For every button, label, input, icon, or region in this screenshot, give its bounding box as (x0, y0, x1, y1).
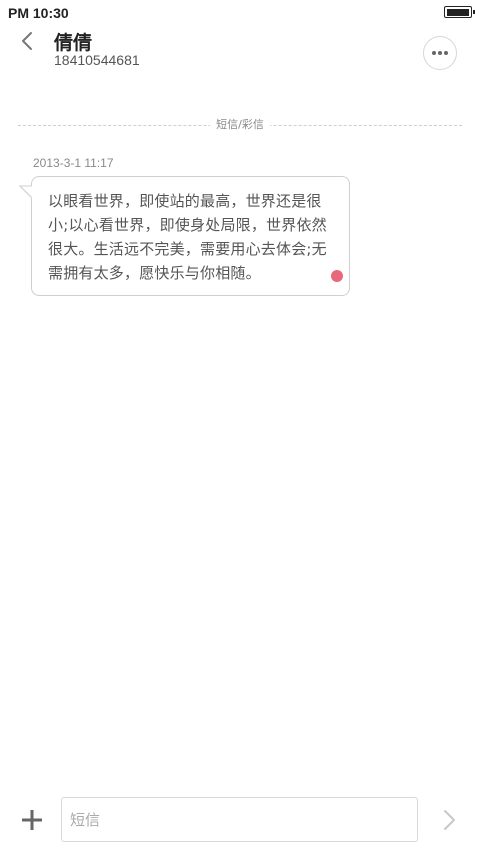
message-type-label: 短信/彩信 (210, 118, 270, 132)
conversation-header: 倩倩 18410544681 (0, 26, 480, 86)
message-timestamp: 2013-3-1 11:17 (33, 156, 114, 170)
add-attachment-button[interactable] (20, 808, 44, 832)
more-options-button[interactable] (423, 36, 457, 70)
chevron-left-icon (22, 32, 32, 50)
more-dots-icon (432, 51, 448, 55)
unread-indicator (331, 270, 343, 282)
chevron-right-icon (444, 810, 455, 830)
contact-number: 18410544681 (54, 52, 140, 68)
message-type-divider: 短信/彩信 (18, 118, 462, 132)
message-input[interactable] (61, 797, 418, 842)
status-bar: PM 10:30 (0, 0, 480, 26)
battery-fill (446, 8, 469, 16)
status-time: PM 10:30 (8, 5, 69, 21)
sms-conversation-screen: PM 10:30 倩倩 18410544681 短信/彩信 2013-3-1 1… (0, 0, 480, 853)
back-button[interactable] (14, 28, 42, 56)
battery-icon (444, 6, 475, 18)
message-text: 以眼看世界，即使站的最高，世界还是很小;以心看世界，即使身处局限，世界依然很大。… (48, 192, 327, 282)
bubble-tail-cover (19, 185, 33, 199)
plus-icon (22, 810, 42, 830)
message-bubble[interactable]: 以眼看世界，即使站的最高，世界还是很小;以心看世界，即使身处局限，世界依然很大。… (31, 176, 350, 296)
send-button[interactable] (440, 808, 458, 832)
contact-name: 倩倩 (54, 32, 93, 54)
compose-bar (0, 788, 480, 853)
